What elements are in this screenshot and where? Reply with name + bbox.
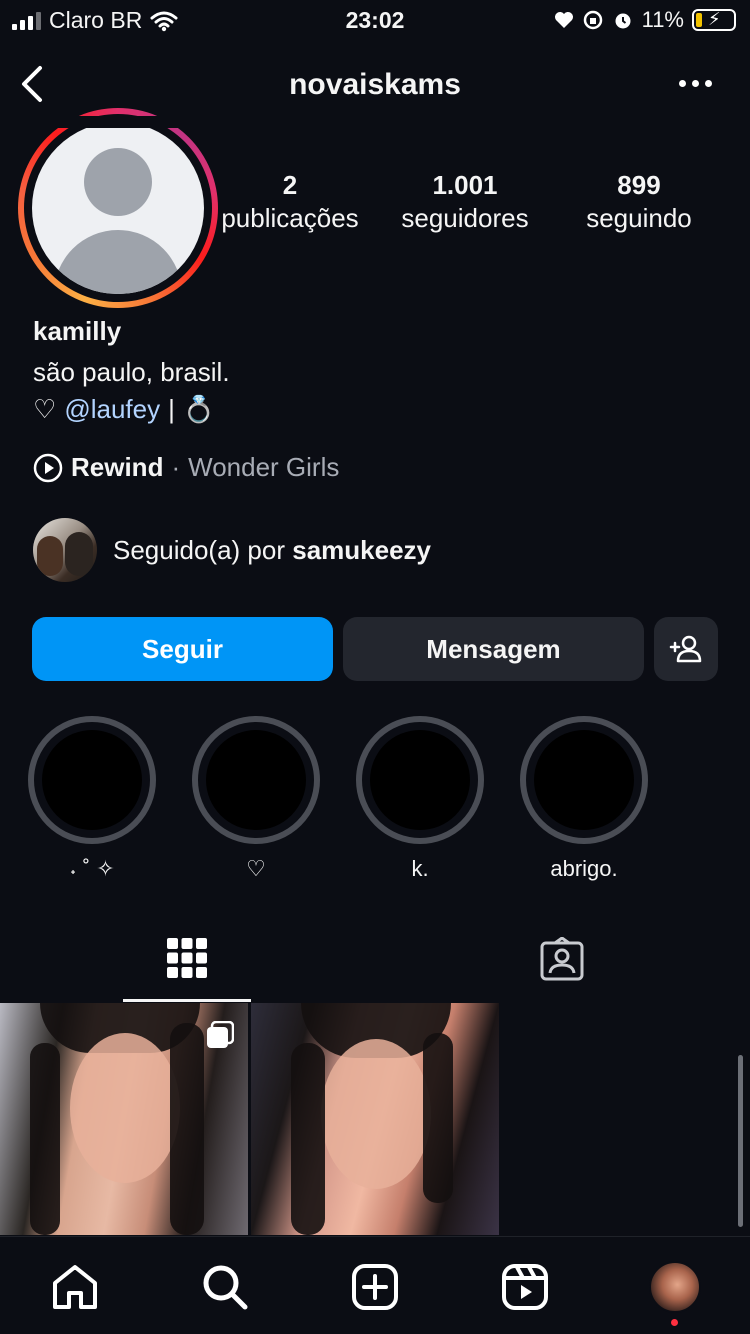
highlight-label: abrigo. bbox=[550, 856, 618, 881]
stat-posts[interactable]: 2 publicações bbox=[200, 170, 380, 234]
story-highlights: ˖ ˚ ✧ ♡ k. abrigo. bbox=[0, 716, 750, 886]
following-label: seguindo bbox=[586, 203, 692, 233]
highlight-cover bbox=[28, 716, 156, 844]
heart-filled-icon bbox=[554, 12, 573, 28]
post-thumbnail[interactable] bbox=[0, 1003, 248, 1235]
nav-home[interactable] bbox=[49, 1261, 101, 1313]
highlight-item[interactable]: abrigo. bbox=[520, 716, 648, 882]
grid-icon bbox=[167, 937, 207, 978]
nav-create[interactable] bbox=[349, 1261, 401, 1313]
avatar-story-ring[interactable] bbox=[18, 108, 218, 308]
followed-by-prefix: Seguido(a) por bbox=[113, 534, 285, 565]
stat-following[interactable]: 899 seguindo bbox=[549, 170, 729, 234]
bio-separator: | bbox=[168, 394, 175, 424]
ring-icon: 💍 bbox=[182, 394, 216, 424]
following-count: 899 bbox=[617, 170, 661, 200]
bio-location: são paulo, brasil. bbox=[33, 357, 230, 387]
bio-line: ♡ @laufey | 💍 bbox=[33, 394, 230, 425]
followed-by[interactable]: Seguido(a) por samukeezy bbox=[33, 518, 431, 582]
more-horizontal-icon[interactable] bbox=[679, 80, 712, 87]
posts-label: publicações bbox=[221, 203, 359, 233]
tab-posts-grid[interactable] bbox=[123, 916, 251, 1002]
profile-music[interactable]: Rewind · Wonder Girls bbox=[33, 452, 339, 483]
battery-percent: 11% bbox=[641, 7, 684, 32]
play-circle-icon bbox=[33, 453, 63, 482]
stat-followers[interactable]: 1.001 seguidores bbox=[375, 170, 555, 234]
highlight-item[interactable]: ♡ bbox=[192, 716, 320, 882]
heart-icon: ♡ bbox=[33, 394, 57, 424]
notification-dot bbox=[671, 1319, 678, 1326]
nav-reels[interactable] bbox=[499, 1261, 551, 1313]
followers-label: seguidores bbox=[401, 203, 529, 233]
followers-count: 1.001 bbox=[432, 170, 498, 200]
posts-grid bbox=[0, 1003, 750, 1235]
plus-square-icon bbox=[352, 1264, 398, 1310]
orientation-lock-icon bbox=[583, 10, 602, 30]
highlight-label: k. bbox=[411, 856, 429, 881]
highlight-cover bbox=[356, 716, 484, 844]
post-thumbnail[interactable] bbox=[251, 1003, 499, 1235]
message-button[interactable]: Mensagem bbox=[343, 617, 644, 681]
bottom-nav bbox=[0, 1236, 750, 1334]
bio-mention-link[interactable]: @laufey bbox=[64, 394, 160, 425]
follower-avatar bbox=[33, 518, 97, 582]
home-icon bbox=[53, 1265, 97, 1309]
tab-tagged[interactable] bbox=[498, 916, 626, 1002]
highlight-label: ˖ ˚ ✧ bbox=[69, 856, 115, 881]
profile-username: novaiskams bbox=[289, 68, 461, 101]
battery-icon: ⚡ bbox=[692, 9, 736, 31]
multiple-posts-icon bbox=[207, 1021, 234, 1048]
search-icon bbox=[203, 1265, 248, 1310]
add-person-button[interactable] bbox=[654, 617, 718, 681]
profile-stats: 2 publicações 1.001 seguidores 899 segui… bbox=[210, 170, 730, 250]
posts-count: 2 bbox=[282, 170, 298, 200]
profile-bio: kamilly são paulo, brasil. ♡ @laufey | 💍 bbox=[33, 316, 230, 425]
nav-profile-avatar[interactable] bbox=[649, 1261, 701, 1313]
display-name: kamilly bbox=[33, 316, 122, 346]
music-artist: Wonder Girls bbox=[188, 452, 340, 482]
highlight-label: ♡ bbox=[246, 856, 266, 881]
scrollbar[interactable] bbox=[738, 1055, 743, 1227]
follow-button[interactable]: Seguir bbox=[32, 617, 333, 681]
music-track: Rewind bbox=[71, 452, 164, 482]
add-person-icon bbox=[669, 635, 702, 663]
profile-tabs bbox=[0, 916, 750, 1002]
highlight-item[interactable]: k. bbox=[356, 716, 484, 882]
highlight-cover bbox=[520, 716, 648, 844]
avatar bbox=[32, 122, 204, 294]
status-bar: Claro BR 23:02 11% ⚡ bbox=[0, 0, 750, 44]
followed-by-user: samukeezy bbox=[292, 534, 431, 565]
status-right: 11% ⚡ bbox=[554, 7, 736, 33]
profile-header: novaiskams bbox=[0, 56, 750, 116]
music-separator: · bbox=[171, 452, 181, 482]
alarm-icon bbox=[615, 13, 631, 29]
highlight-cover bbox=[192, 716, 320, 844]
highlight-item[interactable]: ˖ ˚ ✧ bbox=[28, 716, 156, 882]
reels-icon bbox=[502, 1264, 548, 1310]
tagged-icon bbox=[540, 937, 584, 981]
nav-search[interactable] bbox=[199, 1261, 251, 1313]
